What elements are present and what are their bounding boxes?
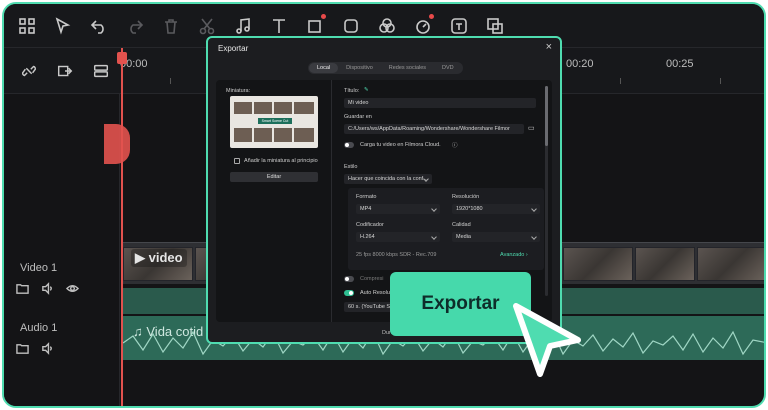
preview-photo xyxy=(274,102,292,114)
preview-photo xyxy=(254,102,272,114)
eye-icon[interactable] xyxy=(65,282,80,300)
thumbnail-column: Miniatura: Smart Scene Cut Añadir la min… xyxy=(216,80,332,322)
save-path-input[interactable]: C:/Users/ws/AppData/Roaming/Wondershare/… xyxy=(344,124,524,134)
dialog-title: Exportar xyxy=(218,44,249,53)
edit-thumbnail-button[interactable]: Editar xyxy=(230,172,318,182)
quality-label: Calidad xyxy=(452,222,471,228)
add-thumbnail-checkbox[interactable] xyxy=(234,158,240,164)
ruler-mark xyxy=(170,78,171,84)
tab-dvd[interactable]: DVD xyxy=(434,63,462,73)
auto-resolution-toggle[interactable] xyxy=(344,290,354,296)
tab-social[interactable]: Redes sociales xyxy=(381,63,434,73)
export-tabs: Local Dispositivo Redes sociales DVD xyxy=(308,62,463,74)
layout-icon[interactable] xyxy=(10,9,44,43)
timeline-tools xyxy=(4,48,120,94)
advanced-link[interactable]: Avanzado › xyxy=(500,252,528,258)
preview-photo xyxy=(294,128,314,142)
speaker-icon[interactable] xyxy=(41,342,54,360)
clip-thumbnail xyxy=(563,247,633,281)
compress-toggle[interactable] xyxy=(344,276,354,282)
codec-select[interactable]: H.264 xyxy=(356,232,440,242)
auto-resolution-label: Auto Resolu xyxy=(360,290,390,296)
tab-local[interactable]: Local xyxy=(309,63,339,73)
title-input[interactable]: Mi video xyxy=(344,98,536,108)
ruler-mark xyxy=(720,78,721,84)
select-cursor-icon[interactable] xyxy=(46,9,80,43)
format-settings: Formato MP4 Resolución 1920*1080 Codific… xyxy=(348,188,544,270)
add-thumbnail-label: Añadir la miniatura al principio xyxy=(244,158,318,164)
ruler-tick: 00:25 xyxy=(666,58,694,70)
codec-label: Codificador xyxy=(356,222,384,228)
format-select[interactable]: MP4 xyxy=(356,204,440,214)
folder-icon[interactable]: ▭ xyxy=(528,124,535,132)
save-to-label: Guardar en xyxy=(344,114,372,120)
playhead-marker xyxy=(104,124,130,164)
detach-icon[interactable] xyxy=(48,54,82,88)
redo-icon[interactable] xyxy=(118,9,152,43)
output-specs: 25 fps 8000 kbps SDR - Rec.709 xyxy=(356,252,437,258)
title-label: Título: xyxy=(344,88,360,94)
folder-icon[interactable] xyxy=(16,342,29,360)
thumbnail-label: Miniatura: xyxy=(226,88,251,94)
clip-thumbnail xyxy=(635,247,695,281)
playhead[interactable] xyxy=(121,48,123,406)
advanced-label: Avanzado xyxy=(500,252,525,258)
speaker-icon[interactable] xyxy=(41,282,54,300)
preview-photo xyxy=(294,102,314,114)
unlink-icon[interactable] xyxy=(12,54,46,88)
ruler-mark xyxy=(620,78,621,84)
video-clip-label: ▶ video xyxy=(131,249,187,267)
clip-thumbnail xyxy=(697,247,764,281)
resolution-label: Resolución xyxy=(452,194,480,200)
preview-photo xyxy=(274,128,292,142)
track-headers: Video 1 Audio 1 xyxy=(4,94,120,406)
ruler-tick: 00:20 xyxy=(566,58,594,70)
delete-icon[interactable] xyxy=(154,9,188,43)
video-clip-name: video xyxy=(148,250,183,265)
cloud-toggle[interactable] xyxy=(344,142,354,148)
style-select[interactable]: Hacer que coincida con la conf... xyxy=(344,174,432,184)
audio-track-controls xyxy=(16,342,54,360)
preview-photo xyxy=(234,128,252,142)
video-track-controls xyxy=(16,282,80,300)
settings-scrollbar[interactable] xyxy=(545,86,548,296)
resolution-select[interactable]: 1920*1080 xyxy=(452,204,540,214)
preview-banner: Smart Scene Cut xyxy=(258,118,292,124)
scrollbar-thumb[interactable] xyxy=(545,86,548,146)
help-icon[interactable]: ⓘ xyxy=(452,141,458,149)
audio-track-label: Audio 1 xyxy=(20,322,58,334)
close-icon[interactable]: × xyxy=(546,41,552,53)
compress-label: Compresi xyxy=(360,276,384,282)
tab-device[interactable]: Dispositivo xyxy=(338,63,381,73)
preview-photo xyxy=(254,128,272,142)
playhead-handle[interactable] xyxy=(117,52,127,64)
pointer-cursor-icon xyxy=(513,303,581,377)
split-track-icon[interactable] xyxy=(84,54,118,88)
quality-select[interactable]: Media xyxy=(452,232,540,242)
style-label: Estilo xyxy=(344,164,358,170)
preview-photo xyxy=(234,102,252,114)
format-label: Formato xyxy=(356,194,377,200)
cloud-label: Carga tu video en Filmora Cloud. xyxy=(360,142,441,148)
undo-icon[interactable] xyxy=(82,9,116,43)
video-track-label: Video 1 xyxy=(20,262,58,274)
folder-icon[interactable] xyxy=(16,282,29,300)
thumbnail-preview: Smart Scene Cut xyxy=(230,96,318,148)
ai-pen-icon[interactable]: ✎ xyxy=(364,87,369,93)
